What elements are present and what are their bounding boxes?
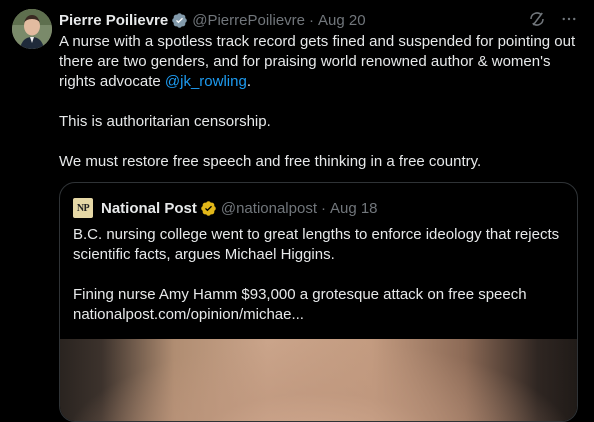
tweet-date[interactable]: Aug 20 <box>318 12 366 29</box>
tweet-paragraph-1: A nurse with a spotless track record get… <box>59 32 579 92</box>
quoted-tweet[interactable]: NP National Post @nationalpost · Aug 18 … <box>59 182 578 422</box>
national-post-logo: NP <box>73 198 93 218</box>
more-options-icon[interactable] <box>560 10 578 28</box>
avatar-photo <box>12 9 52 49</box>
verified-badge-icon <box>172 12 187 28</box>
quoted-tweet-text: B.C. nursing college went to great lengt… <box>73 225 563 325</box>
quoted-author-name: National Post <box>101 199 197 217</box>
quoted-tweet-date: Aug 18 <box>329 199 378 217</box>
tweet-text: A nurse with a spotless track record get… <box>59 32 579 172</box>
quoted-paragraph-1: B.C. nursing college went to great lengt… <box>73 226 560 263</box>
quoted-tweet-header: NP National Post @nationalpost · Aug 18 <box>73 198 378 218</box>
tweet-actions-top <box>528 10 578 28</box>
quoted-paragraph-2-line-1: Fining nurse Amy Hamm $93,000 a grotesqu… <box>73 286 527 303</box>
quoted-author-handle: @nationalpost <box>220 199 317 217</box>
header-separator: · <box>309 11 314 29</box>
image-overlay <box>60 339 577 421</box>
quoted-header-separator: · <box>320 199 326 217</box>
tweet[interactable]: Pierre Poilievre @PierrePoilievre · Aug … <box>0 0 594 422</box>
tweet-header: Pierre Poilievre @PierrePoilievre · Aug … <box>59 10 366 30</box>
author-handle[interactable]: @PierrePoilievre <box>192 12 305 29</box>
avatar[interactable] <box>12 9 52 49</box>
author-name[interactable]: Pierre Poilievre <box>59 12 168 29</box>
tweet-text-main: A nurse with a spotless track record get… <box>59 33 576 90</box>
quoted-tweet-image[interactable] <box>60 339 577 421</box>
tweet-paragraph-2: This is authoritarian censorship. <box>59 113 271 130</box>
mention-link[interactable]: @jk_rowling <box>165 73 247 90</box>
gold-verified-badge-icon <box>201 200 216 216</box>
tweet-paragraph-3: We must restore free speech and free thi… <box>59 153 482 170</box>
tweet-text-period: . <box>246 73 251 90</box>
quoted-link-text: nationalpost.com/opinion/michae... <box>73 306 304 323</box>
grok-icon[interactable] <box>528 10 546 28</box>
